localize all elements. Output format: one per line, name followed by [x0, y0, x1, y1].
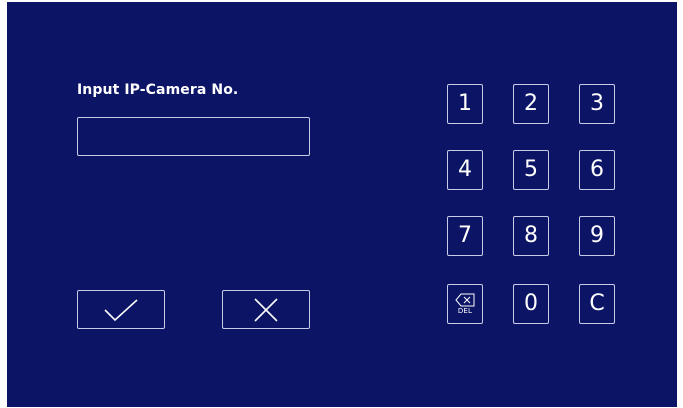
cancel-button[interactable]: [222, 290, 310, 329]
cross-icon: [254, 297, 278, 322]
key-0[interactable]: 0: [513, 284, 549, 324]
key-4[interactable]: 4: [447, 150, 483, 190]
clear-button[interactable]: C: [579, 284, 615, 324]
ip-camera-input-screen: Input IP-Camera No. 1 2 3 4 5 6 7 8 9 DE…: [7, 2, 677, 407]
key-3[interactable]: 3: [579, 84, 615, 124]
prompt-label: Input IP-Camera No.: [77, 82, 239, 98]
backspace-icon: [455, 293, 475, 307]
key-7[interactable]: 7: [447, 216, 483, 256]
key-2[interactable]: 2: [513, 84, 549, 124]
numeric-keypad: 1 2 3 4 5 6 7 8 9 DEL 0 C: [447, 84, 627, 334]
key-1[interactable]: 1: [447, 84, 483, 124]
delete-label: DEL: [457, 307, 473, 315]
key-9[interactable]: 9: [579, 216, 615, 256]
delete-button[interactable]: DEL: [447, 284, 483, 324]
key-6[interactable]: 6: [579, 150, 615, 190]
key-8[interactable]: 8: [513, 216, 549, 256]
confirm-button[interactable]: [77, 290, 165, 329]
ip-camera-number-input[interactable]: [77, 117, 310, 156]
checkmark-icon: [104, 298, 138, 321]
key-5[interactable]: 5: [513, 150, 549, 190]
